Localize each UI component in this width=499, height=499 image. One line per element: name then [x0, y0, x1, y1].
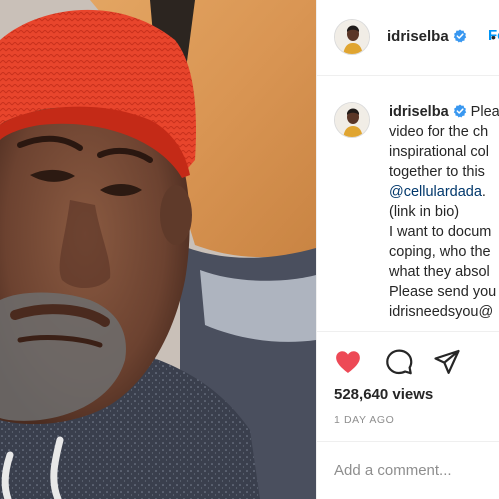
caption-line: idriselba Plea [389, 102, 499, 122]
caption-line: video for the ch [389, 124, 489, 140]
profile-photo-image [335, 103, 369, 137]
caption-line: coping, who the [389, 244, 491, 260]
username-text[interactable]: idriselba [387, 28, 449, 45]
profile-photo-image [335, 20, 369, 54]
verified-badge-icon [453, 104, 466, 118]
follow-button[interactable]: Fo [488, 27, 499, 44]
caption-text: idriselba Plea video for the ch inspirat… [389, 102, 499, 322]
caption-fade [389, 323, 499, 331]
caption-username[interactable]: idriselba [389, 104, 449, 120]
video-frame-image [0, 0, 316, 499]
caption-line: (link in bio) [389, 204, 460, 220]
caption-avatar[interactable] [334, 102, 370, 138]
caption-line: @cellulardada. [389, 182, 499, 202]
post-timestamp[interactable]: 1 DAY AGO [334, 414, 394, 426]
caption-line: inspirational col [389, 144, 489, 160]
caption-line: I want to docum [389, 224, 492, 240]
paper-plane-icon[interactable] [433, 348, 461, 376]
caption-line: Please send you [389, 284, 497, 300]
caption-line: together to this [389, 164, 485, 180]
post-header: idriselba • [317, 0, 499, 76]
comment-bubble-icon[interactable] [385, 348, 413, 376]
post-author-username[interactable]: idriselba [387, 28, 467, 45]
comment-input[interactable] [334, 456, 499, 484]
avatar[interactable] [334, 19, 370, 55]
caption-line: what they absol [389, 264, 490, 280]
post-media-video[interactable] [0, 0, 316, 499]
post-side-panel: idriselba • Fo idriselba Plea video for … [316, 0, 499, 499]
post-actions: 528,640 views 1 DAY AGO [317, 331, 499, 441]
comment-form [317, 441, 499, 499]
caption-fragment: Plea [470, 104, 499, 120]
mention-link[interactable]: @cellulardada [389, 184, 482, 200]
verified-badge-icon [453, 29, 466, 43]
caption-fragment: . [481, 184, 486, 200]
view-count[interactable]: 528,640 views [334, 386, 433, 403]
heart-icon[interactable] [334, 348, 362, 376]
caption-line: idrisneedsyou@ [389, 304, 494, 320]
post-caption-area: idriselba Plea video for the ch inspirat… [317, 77, 499, 331]
